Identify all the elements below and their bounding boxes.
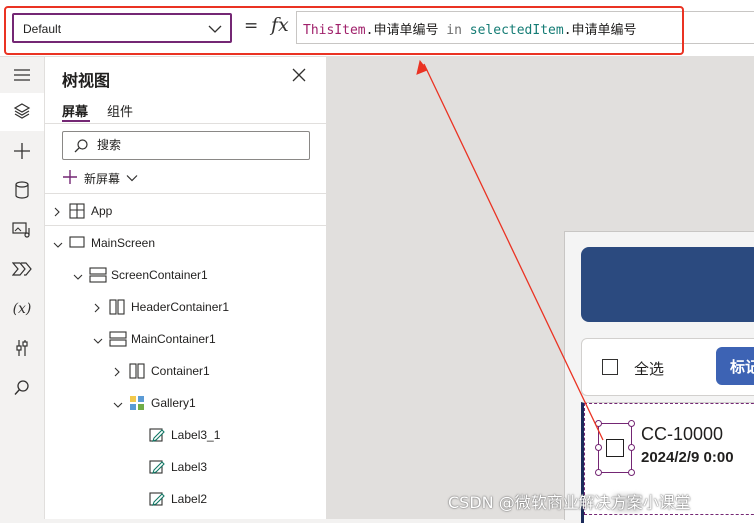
plus-icon — [13, 142, 31, 163]
item-checkbox[interactable] — [606, 439, 624, 457]
power-automate-button[interactable] — [0, 251, 44, 289]
search-rail-button[interactable] — [0, 370, 44, 408]
tag-button[interactable]: 标记 — [716, 347, 754, 385]
resize-handle[interactable] — [595, 420, 602, 427]
tree-item-label: Label3_1 — [171, 428, 221, 442]
tree-view-button[interactable] — [0, 93, 44, 131]
chevron-down-icon[interactable] — [73, 270, 83, 284]
annotation-highlight-box — [4, 6, 684, 55]
search-input[interactable] — [97, 136, 297, 154]
chevron-down-icon[interactable] — [113, 398, 123, 412]
tree-item-gallery1[interactable]: Gallery1 — [45, 387, 326, 419]
media-icon — [12, 221, 32, 242]
tree-item-label: Gallery1 — [151, 396, 196, 410]
media-button[interactable] — [0, 212, 44, 250]
tools-icon — [15, 339, 29, 360]
label-icon — [149, 427, 165, 446]
tag-button-label: 标记 — [730, 359, 754, 376]
resize-handle[interactable] — [595, 469, 602, 476]
divider — [45, 123, 326, 124]
new-screen-button[interactable]: 新屏幕 — [62, 167, 138, 189]
layers-icon — [13, 102, 31, 123]
tree-item-maincontainer1[interactable]: MainContainer1 — [45, 323, 326, 355]
resize-handle[interactable] — [595, 444, 602, 451]
database-icon — [15, 180, 29, 202]
plus-icon — [62, 169, 78, 188]
left-rail: (x) — [0, 57, 45, 519]
chevron-down-icon — [126, 171, 138, 185]
tree-item-label: ScreenContainer1 — [111, 268, 208, 282]
screen-icon — [69, 235, 85, 252]
data-button[interactable] — [0, 172, 44, 210]
search-icon — [13, 379, 31, 400]
header-container[interactable] — [581, 247, 754, 322]
new-screen-label: 新屏幕 — [84, 171, 121, 186]
search-box[interactable] — [62, 131, 310, 160]
chevron-right-icon[interactable] — [93, 302, 101, 316]
tree-item-label: HeaderContainer1 — [131, 300, 230, 314]
tree-item-label: MainScreen — [91, 236, 156, 250]
tree-item-label: Label2 — [171, 492, 208, 506]
app-icon — [69, 203, 85, 222]
active-tab-indicator — [62, 120, 90, 122]
tree-item-label3-1[interactable]: Label3_1 — [45, 419, 326, 451]
item-code-label: CC-10000 — [641, 424, 724, 444]
power-automate-icon — [11, 261, 32, 280]
horizontal-container-icon — [109, 299, 125, 318]
chevron-right-icon[interactable] — [113, 366, 121, 380]
tree-item-label2[interactable]: Label2 — [45, 483, 326, 515]
tab-screens[interactable]: 屏幕 — [62, 101, 88, 120]
advanced-tools-button[interactable] — [0, 330, 44, 368]
tree-view-panel: 树视图 屏幕 组件 新屏幕 App MainScreen ScreenContain… — [45, 57, 327, 519]
tab-components[interactable]: 组件 — [107, 101, 133, 120]
tree-item-mainscreen[interactable]: MainScreen — [45, 227, 326, 259]
chevron-right-icon[interactable] — [53, 206, 61, 220]
tree-item-label3[interactable]: Label3 — [45, 451, 326, 483]
resize-handle[interactable] — [628, 469, 635, 476]
label-icon — [149, 459, 165, 478]
app-screen-preview[interactable]: 全选 标记 CC-10000 2024/2/9 0:00 — [564, 231, 754, 523]
tree-item-headercontainer1[interactable]: HeaderContainer1 — [45, 291, 326, 323]
label-icon — [149, 491, 165, 510]
chevron-down-icon[interactable] — [93, 334, 103, 348]
select-all-label: 全选 — [634, 361, 665, 378]
resize-handle[interactable] — [628, 444, 635, 451]
insert-button[interactable] — [0, 133, 44, 171]
toolbar-container[interactable]: 全选 标记 — [581, 338, 754, 396]
select-all-checkbox[interactable] — [602, 359, 618, 375]
search-icon — [73, 138, 89, 157]
hamburger-menu-button[interactable] — [0, 57, 44, 95]
horizontal-container-icon — [129, 363, 145, 382]
tree-item-label: App — [91, 204, 113, 218]
panel-title: 树视图 — [62, 71, 111, 90]
gallery-icon — [129, 395, 145, 414]
chevron-down-icon[interactable] — [53, 238, 63, 252]
watermark: CSDN @微软商业解决方案小课堂 — [448, 493, 691, 512]
tree-item-label: Container1 — [151, 364, 210, 378]
resize-handle[interactable] — [628, 420, 635, 427]
close-icon[interactable] — [291, 67, 309, 85]
vertical-container-icon — [109, 331, 127, 350]
tree-item-screencontainer1[interactable]: ScreenContainer1 — [45, 259, 326, 291]
vertical-container-icon — [89, 267, 107, 286]
design-canvas: 全选 标记 CC-10000 2024/2/9 0:00 — [327, 57, 754, 523]
tree-item-label: Label3 — [171, 460, 208, 474]
variables-button[interactable]: (x) — [0, 290, 44, 328]
divider — [45, 193, 326, 194]
item-date-label: 2024/2/9 0:00 — [641, 449, 734, 466]
tree-item-app[interactable]: App — [45, 195, 326, 227]
hamburger-icon — [13, 68, 31, 85]
tree-item-label: MainContainer1 — [131, 332, 216, 346]
variables-icon: (x) — [12, 301, 32, 317]
tree-item-container1[interactable]: Container1 — [45, 355, 326, 387]
